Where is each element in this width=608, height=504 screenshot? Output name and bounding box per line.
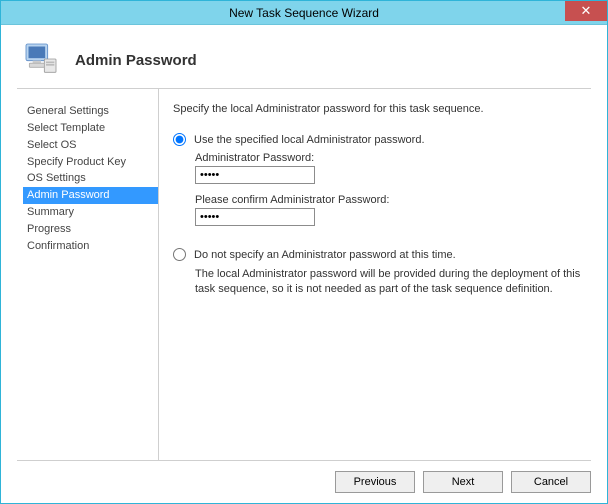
confirm-password-input[interactable]	[195, 208, 315, 226]
previous-button[interactable]: Previous	[335, 471, 415, 493]
computer-icon	[21, 39, 61, 82]
sidebar-item-admin-password[interactable]: Admin Password	[23, 187, 158, 204]
window-title: New Task Sequence Wizard	[229, 6, 379, 20]
admin-password-label: Administrator Password:	[195, 152, 585, 164]
sidebar-item-general-settings[interactable]: General Settings	[23, 103, 158, 120]
intro-text: Specify the local Administrator password…	[173, 103, 585, 115]
wizard-footer: Previous Next Cancel	[17, 460, 591, 503]
radio-row-use-password[interactable]: Use the specified local Administrator pa…	[173, 133, 585, 146]
sidebar-item-progress[interactable]: Progress	[23, 221, 158, 238]
radio-use-password-label[interactable]: Use the specified local Administrator pa…	[194, 134, 425, 146]
titlebar: New Task Sequence Wizard ✕	[1, 1, 607, 25]
cancel-button[interactable]: Cancel	[511, 471, 591, 493]
radio-use-password[interactable]	[173, 133, 186, 146]
radio-row-no-password[interactable]: Do not specify an Administrator password…	[173, 248, 585, 261]
radio-no-password-label[interactable]: Do not specify an Administrator password…	[194, 249, 456, 261]
sidebar-item-select-os[interactable]: Select OS	[23, 137, 158, 154]
wizard-body: General SettingsSelect TemplateSelect OS…	[1, 89, 607, 460]
option-use-password: Use the specified local Administrator pa…	[173, 133, 585, 226]
sidebar-item-select-template[interactable]: Select Template	[23, 120, 158, 137]
admin-password-input[interactable]	[195, 166, 315, 184]
no-password-note: The local Administrator password will be…	[195, 267, 585, 297]
sidebar-item-summary[interactable]: Summary	[23, 204, 158, 221]
next-button[interactable]: Next	[423, 471, 503, 493]
close-button[interactable]: ✕	[565, 1, 607, 21]
sidebar-item-specify-product-key[interactable]: Specify Product Key	[23, 154, 158, 171]
wizard-header: Admin Password	[1, 25, 607, 88]
sidebar-item-os-settings[interactable]: OS Settings	[23, 170, 158, 187]
page-title: Admin Password	[75, 52, 197, 69]
sidebar-item-confirmation[interactable]: Confirmation	[23, 238, 158, 255]
wizard-sidebar: General SettingsSelect TemplateSelect OS…	[17, 89, 159, 460]
confirm-password-label: Please confirm Administrator Password:	[195, 194, 585, 206]
wizard-content: Specify the local Administrator password…	[159, 89, 591, 460]
radio-no-password[interactable]	[173, 248, 186, 261]
close-icon: ✕	[581, 3, 592, 19]
option-no-password: Do not specify an Administrator password…	[173, 248, 585, 297]
